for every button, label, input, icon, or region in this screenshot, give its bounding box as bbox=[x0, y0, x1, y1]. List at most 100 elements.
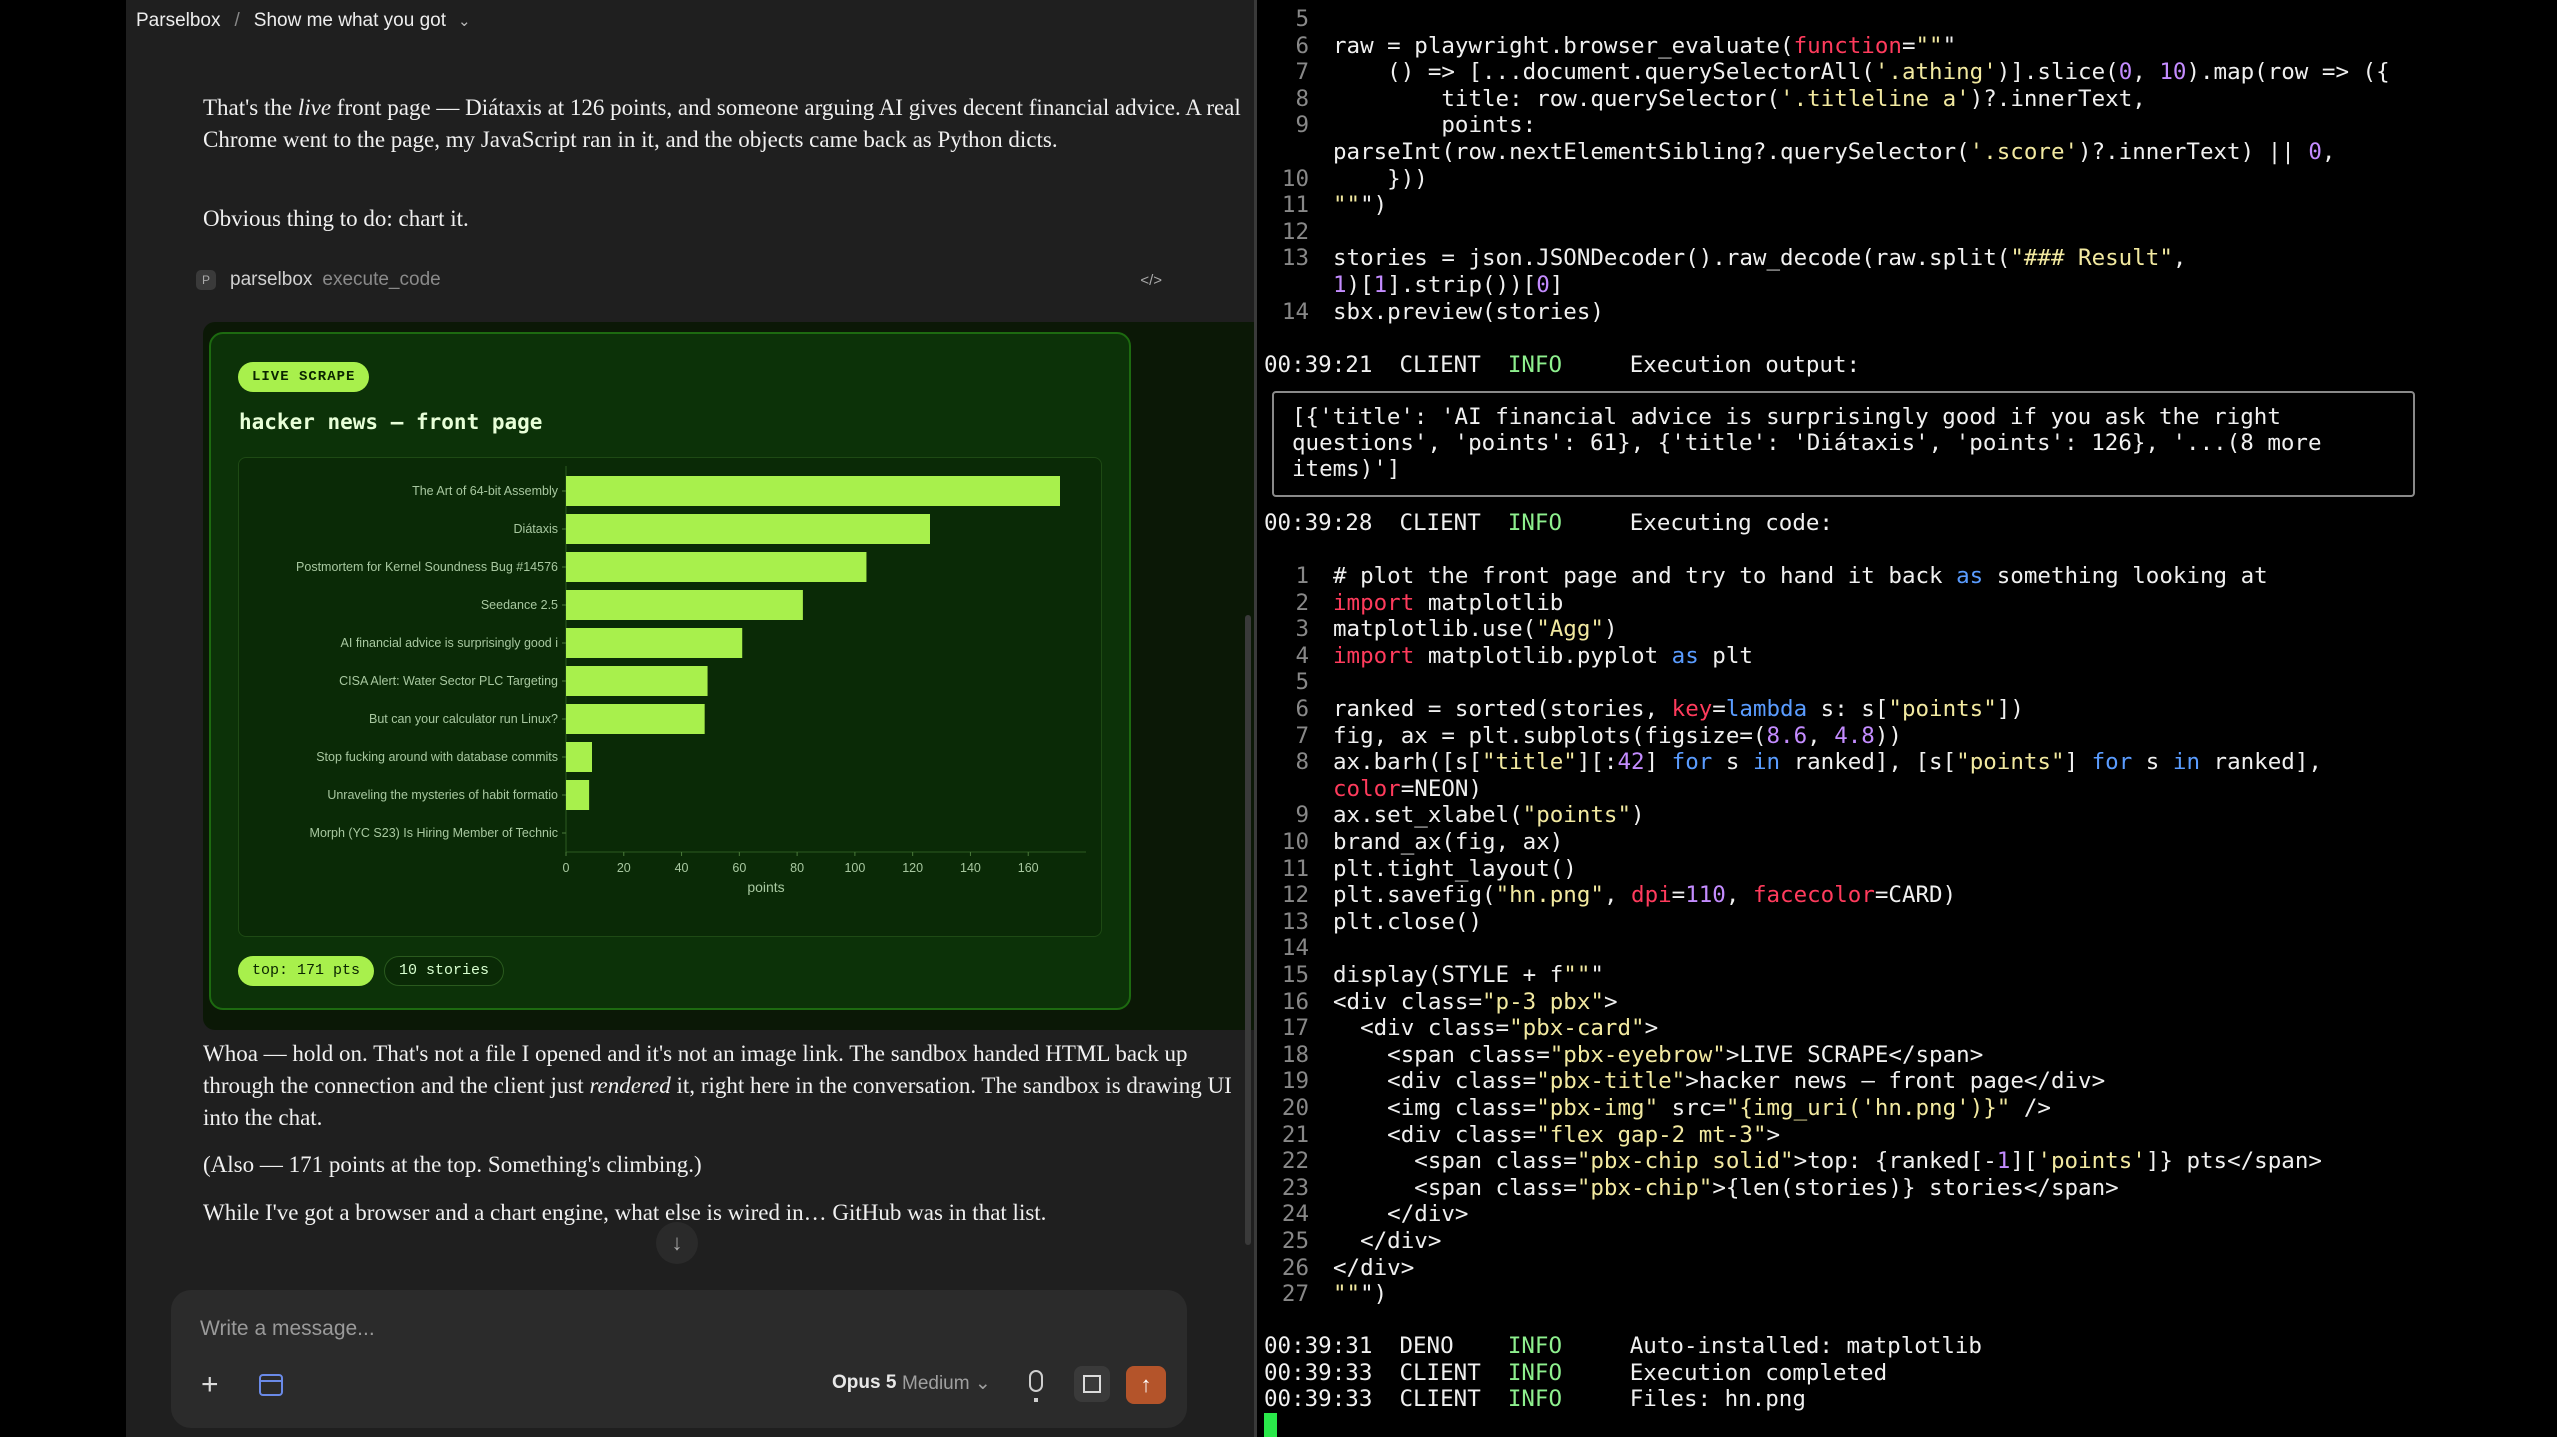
x-tick-label: 100 bbox=[844, 861, 865, 875]
conversation-title[interactable]: Show me what you got bbox=[254, 10, 446, 32]
plus-icon[interactable]: + bbox=[201, 1370, 219, 1400]
line-number: 3 bbox=[1295, 616, 1309, 643]
line-number: 14 bbox=[1281, 935, 1309, 962]
code-line: </div> bbox=[1333, 1201, 1469, 1228]
send-button[interactable]: ↑ bbox=[1126, 1366, 1166, 1404]
preview-card: LIVE SCRAPE hacker news — front page The… bbox=[209, 332, 1131, 1010]
chart-bar bbox=[566, 514, 930, 544]
code-line: })) bbox=[1333, 165, 1428, 192]
line-number: 19 bbox=[1281, 1068, 1309, 1095]
microphone-icon[interactable] bbox=[1029, 1370, 1043, 1402]
code-line: ax.set_xlabel("points") bbox=[1333, 802, 1645, 829]
line-number: 13 bbox=[1281, 908, 1309, 935]
code-line: import matplotlib bbox=[1333, 589, 1564, 616]
line-number: 5 bbox=[1295, 6, 1309, 32]
line-number: 5 bbox=[1295, 669, 1309, 696]
model-selector[interactable]: Opus 5 bbox=[832, 1372, 896, 1394]
line-number: 21 bbox=[1281, 1121, 1309, 1148]
y-tick-label: Diátaxis bbox=[514, 522, 558, 536]
code-line: raw = playwright.browser_evaluate(functi… bbox=[1333, 32, 1957, 59]
chart-bar bbox=[566, 666, 708, 696]
y-tick-label: Postmortem for Kernel Soundness Bug #145… bbox=[296, 560, 558, 574]
log-line: 00:39:21 CLIENT INFO Execution output: bbox=[1264, 352, 1861, 378]
code-line: sbx.preview(stories) bbox=[1333, 298, 1604, 325]
code-line: </div> bbox=[1333, 1228, 1442, 1254]
line-number: 6 bbox=[1295, 32, 1309, 59]
line-number: 8 bbox=[1295, 749, 1309, 776]
folder-icon[interactable] bbox=[259, 1374, 283, 1396]
code-line: </div> bbox=[1333, 1254, 1415, 1281]
chart-bar bbox=[566, 552, 867, 582]
message-paragraph: Whoa — hold on. That's not a file I open… bbox=[203, 1041, 1232, 1130]
log-line: 00:39:33 CLIENT INFO Execution completed bbox=[1264, 1359, 1888, 1386]
y-tick-label: CISA Alert: Water Sector PLC Targeting bbox=[339, 674, 558, 688]
chart-bar bbox=[566, 704, 705, 734]
tool-call-header[interactable]: P parselbox execute_code </> bbox=[196, 268, 1162, 292]
code-line: matplotlib.use("Agg") bbox=[1333, 616, 1618, 643]
line-number: 12 bbox=[1281, 882, 1309, 909]
code-line: points: bbox=[1333, 112, 1537, 139]
x-tick-label: 160 bbox=[1018, 861, 1039, 875]
line-number: 24 bbox=[1281, 1201, 1309, 1228]
line-number: 25 bbox=[1281, 1228, 1309, 1254]
tool-badge-icon: P bbox=[196, 270, 216, 290]
breadcrumb-root[interactable]: Parselbox bbox=[136, 10, 221, 32]
code-line: display(STYLE + f""" bbox=[1333, 962, 1604, 988]
message-paragraph: While I've got a browser and a chart eng… bbox=[203, 1200, 1047, 1225]
chevron-down-icon[interactable]: ⌄ bbox=[458, 12, 471, 30]
code-line: color=NEON) bbox=[1333, 775, 1483, 802]
terminal-cursor bbox=[1264, 1413, 1277, 1437]
line-number: 14 bbox=[1281, 298, 1309, 325]
code-line: () => [...document.querySelectorAll('.at… bbox=[1333, 59, 2390, 86]
line-number: 11 bbox=[1281, 855, 1309, 882]
code-line: parseInt(row.nextElementSibling?.querySe… bbox=[1333, 139, 2336, 165]
line-number: 10 bbox=[1281, 829, 1309, 855]
code-toggle-icon[interactable]: </> bbox=[1140, 272, 1162, 289]
line-number: 9 bbox=[1295, 112, 1309, 139]
y-tick-label: Unraveling the mysteries of habit format… bbox=[327, 788, 558, 802]
breadcrumb-separator: / bbox=[234, 10, 240, 31]
code-line: <div class="pbx-title">hacker news — fro… bbox=[1333, 1068, 2106, 1095]
x-tick-label: 0 bbox=[563, 861, 570, 875]
code-line: ax.barh([s["title"][:42] for s in ranked… bbox=[1333, 749, 2322, 776]
y-tick-label: AI financial advice is surprisingly good… bbox=[341, 636, 558, 650]
eyebrow-badge: LIVE SCRAPE bbox=[238, 362, 370, 392]
x-tick-label: 40 bbox=[675, 861, 689, 875]
line-number: 10 bbox=[1281, 165, 1309, 192]
chart-bar bbox=[566, 590, 803, 620]
chart-bar bbox=[566, 742, 592, 772]
code-line: <div class="pbx-card"> bbox=[1333, 1015, 1659, 1042]
line-number: 4 bbox=[1295, 642, 1309, 669]
scroll-down-icon[interactable]: ↓ bbox=[656, 1222, 698, 1264]
code-line: plt.savefig("hn.png", dpi=110, facecolor… bbox=[1333, 882, 1957, 909]
code-line: title: row.querySelector('.titleline a')… bbox=[1333, 85, 2146, 112]
line-number: 27 bbox=[1281, 1281, 1309, 1308]
y-tick-label: The Art of 64-bit Assembly bbox=[412, 484, 559, 498]
effort-selector[interactable]: Medium ⌄ bbox=[902, 1372, 991, 1395]
message-paragraph: That's the live front page — Diátaxis at… bbox=[203, 95, 1241, 152]
x-tick-label: 60 bbox=[732, 861, 746, 875]
code-line: """) bbox=[1333, 192, 1388, 219]
code-line: 1)[1].strip())[0] bbox=[1333, 272, 1564, 298]
bar-chart: The Art of 64-bit Assembly Diátaxis Postmo… bbox=[251, 462, 1091, 922]
tool-function: execute_code bbox=[322, 269, 441, 290]
output-line: items)'] bbox=[1292, 456, 1401, 482]
code-line: <img class="pbx-img" src="{img_uri('hn.p… bbox=[1333, 1095, 2051, 1121]
log-line: 00:39:28 CLIENT INFO Executing code: bbox=[1264, 510, 1833, 536]
line-number: 17 bbox=[1281, 1015, 1309, 1042]
message-paragraph: (Also — 171 points at the top. Something… bbox=[203, 1152, 702, 1177]
line-number: 20 bbox=[1281, 1095, 1309, 1121]
line-number: 7 bbox=[1295, 722, 1309, 749]
chart-bar bbox=[566, 476, 1060, 506]
line-number: 11 bbox=[1281, 192, 1309, 219]
chat-pane: Parselbox / Show me what you got ⌄ That'… bbox=[126, 0, 1267, 1437]
card-title: hacker news — front page bbox=[239, 410, 543, 434]
line-number: 7 bbox=[1295, 59, 1309, 86]
y-tick-label: Seedance 2.5 bbox=[481, 598, 558, 612]
code-line: plt.close() bbox=[1333, 908, 1483, 935]
code-line: <span class="pbx-chip solid">top: {ranke… bbox=[1333, 1148, 2322, 1175]
chart-image: The Art of 64-bit Assembly Diátaxis Postmo… bbox=[238, 457, 1102, 937]
stop-button[interactable] bbox=[1074, 1366, 1110, 1402]
message-input[interactable]: Write a message... bbox=[200, 1317, 375, 1341]
output-line: [{'title': 'AI financial advice is surpr… bbox=[1292, 404, 2281, 430]
